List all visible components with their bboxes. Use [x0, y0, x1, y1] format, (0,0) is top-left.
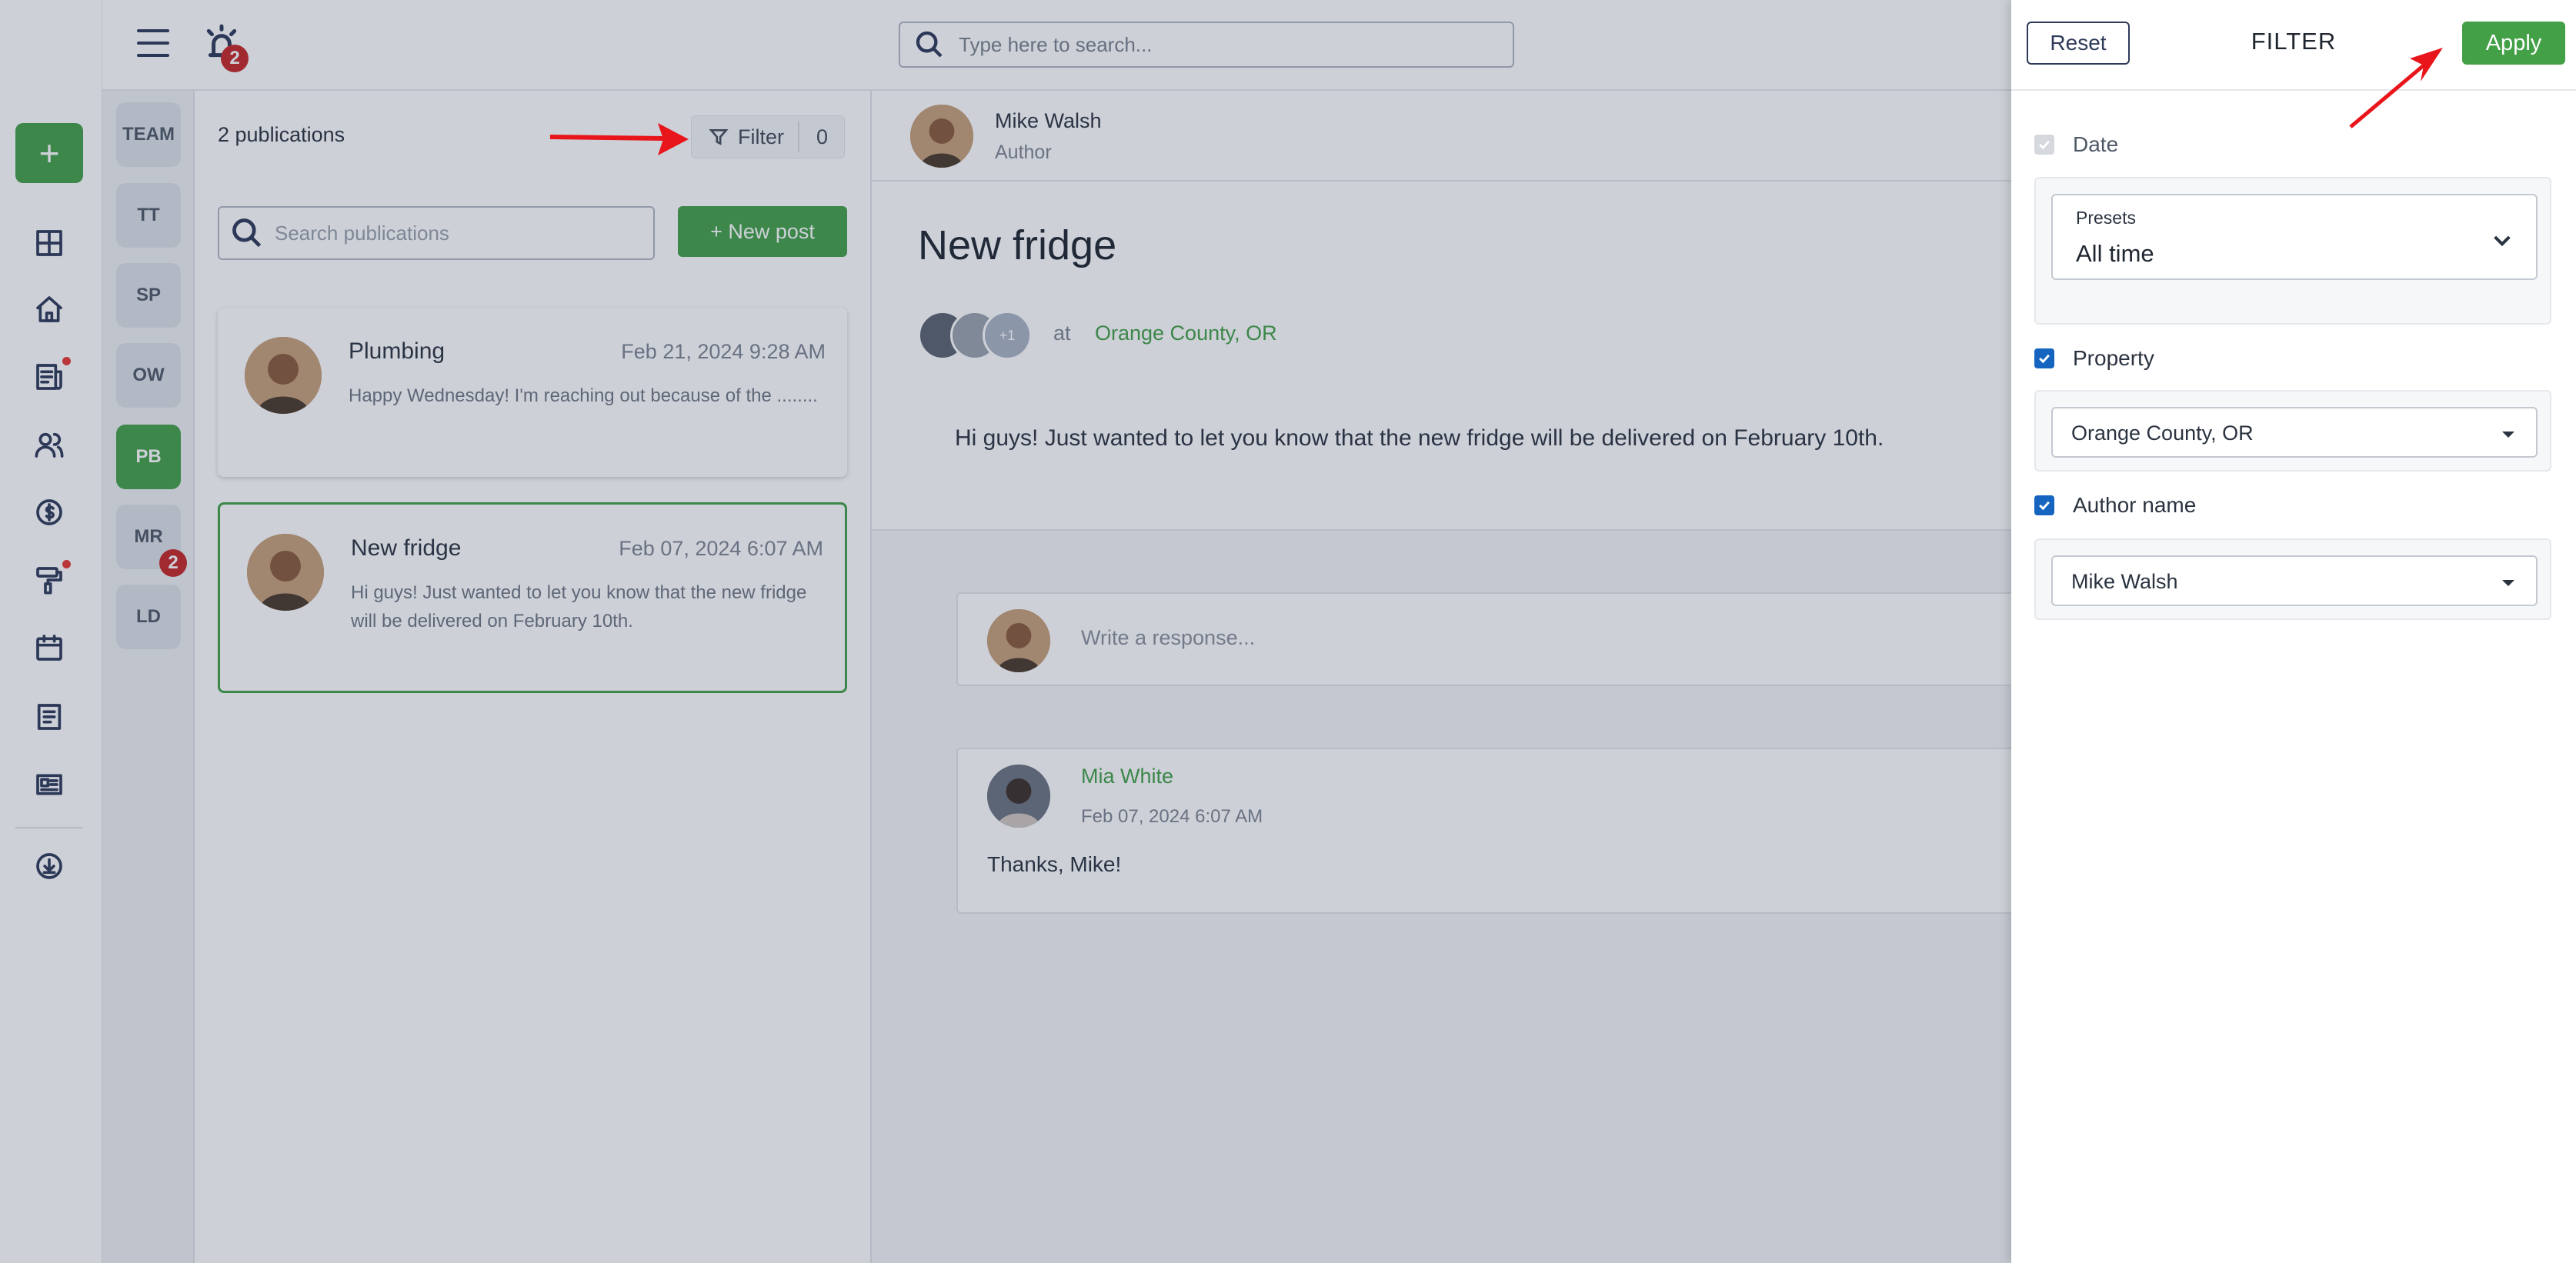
date-label: Date	[2073, 132, 2119, 156]
filter-panel: Reset FILTER Apply Date Presets All time…	[2011, 0, 2576, 1263]
presets-select[interactable]: Presets All time	[2051, 194, 2538, 280]
modal-overlay[interactable]	[0, 0, 2011, 1263]
property-group: Orange County, OR	[2034, 390, 2551, 472]
author-checkbox[interactable]	[2034, 495, 2054, 515]
author-label: Author name	[2073, 493, 2197, 517]
author-filter-row: Author name	[2034, 493, 2196, 518]
author-select[interactable]: Mike Walsh	[2051, 555, 2538, 606]
property-label: Property	[2073, 346, 2154, 370]
property-checkbox[interactable]	[2034, 348, 2054, 368]
caret-down-icon	[2502, 432, 2514, 438]
date-group: Presets All time	[2034, 177, 2551, 325]
property-value: Orange County, OR	[2071, 422, 2254, 445]
author-value: Mike Walsh	[2071, 570, 2178, 593]
caret-down-icon	[2502, 580, 2514, 586]
filter-panel-header: Reset FILTER Apply	[2011, 0, 2576, 91]
property-select[interactable]: Orange County, OR	[2051, 407, 2538, 458]
date-filter-row: Date	[2034, 132, 2118, 157]
presets-label: Presets	[2076, 208, 2136, 228]
property-filter-row: Property	[2034, 346, 2154, 371]
chevron-down-icon	[2490, 228, 2514, 252]
apply-button[interactable]: Apply	[2462, 22, 2565, 65]
date-checkbox	[2034, 135, 2054, 155]
presets-value: All time	[2076, 240, 2154, 267]
author-group: Mike Walsh	[2034, 538, 2551, 620]
